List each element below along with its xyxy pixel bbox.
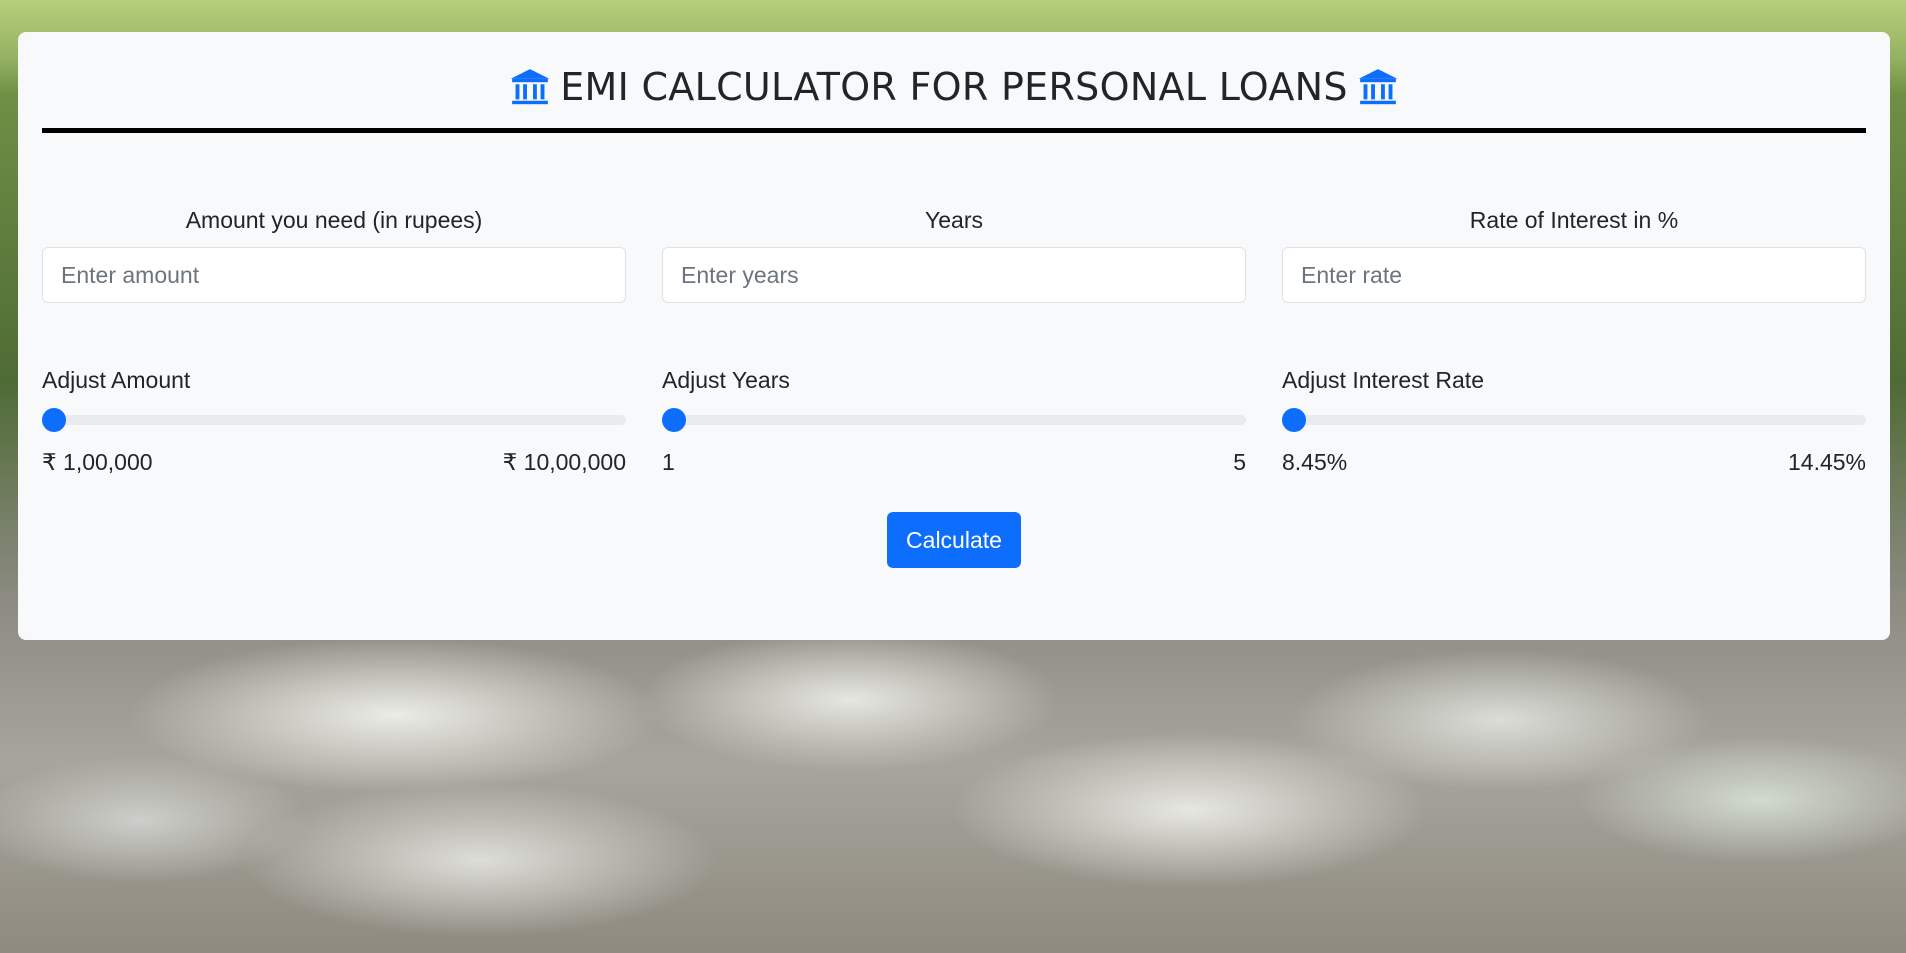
years-slider-thumb[interactable] [662,408,686,432]
years-field-group: Years [662,205,1246,303]
amount-input[interactable] [42,247,626,303]
years-max-label: 5 [1233,449,1246,475]
amount-field-group: Amount you need (in rupees) [42,205,626,303]
rate-range: 8.45% 14.45% [1282,449,1866,476]
rate-slider[interactable] [1282,408,1866,432]
rate-label: Rate of Interest in % [1469,207,1679,233]
button-row: Calculate [42,512,1866,568]
rate-max-label: 14.45% [1787,449,1866,475]
inputs-row: Amount you need (in rupees) Years Rate o… [42,205,1866,303]
amount-label: Amount you need (in rupees) [185,207,483,233]
years-range: 1 5 [662,449,1246,476]
rate-slider-group: Adjust Interest Rate 8.45% 14.45% [1282,365,1866,476]
amount-max-label: ₹ 10,00,000 [502,449,626,475]
adjust-amount-label: Adjust Amount [42,367,191,393]
amount-slider-thumb[interactable] [42,408,66,432]
years-slider[interactable] [662,408,1246,432]
page-title: EMI CALCULATOR FOR PERSONAL LOANS [560,65,1348,109]
calculator-card: EMI CALCULATOR FOR PERSONAL LOANS Amount… [18,32,1890,640]
sliders-row: Adjust Amount ₹ 1,00,000 ₹ 10,00,000 Adj… [42,365,1866,476]
amount-min-label: ₹ 1,00,000 [42,449,153,475]
years-min-label: 1 [662,449,675,475]
page-header: EMI CALCULATOR FOR PERSONAL LOANS [42,32,1866,122]
amount-range: ₹ 1,00,000 ₹ 10,00,000 [42,449,626,476]
adjust-rate-label: Adjust Interest Rate [1282,367,1484,393]
years-slider-group: Adjust Years 1 5 [662,365,1246,476]
bank-icon [1358,69,1398,105]
rate-input[interactable] [1282,247,1866,303]
years-input[interactable] [662,247,1246,303]
amount-slider-group: Adjust Amount ₹ 1,00,000 ₹ 10,00,000 [42,365,626,476]
amount-slider[interactable] [42,408,626,432]
rate-min-label: 8.45% [1282,449,1348,475]
title-divider [42,128,1866,133]
adjust-years-label: Adjust Years [662,367,790,393]
calculate-button[interactable]: Calculate [887,512,1021,568]
rate-slider-thumb[interactable] [1282,408,1306,432]
bank-icon [510,69,550,105]
years-label: Years [925,207,983,233]
rate-field-group: Rate of Interest in % [1282,205,1866,303]
